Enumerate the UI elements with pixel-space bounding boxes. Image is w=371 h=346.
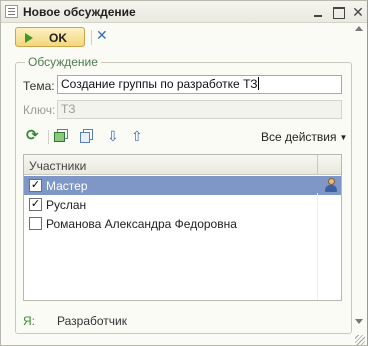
header-separator [317, 155, 318, 175]
cancel-icon[interactable]: ✕ [96, 27, 108, 44]
resize-grip-icon[interactable] [355, 335, 365, 345]
scroll-up-icon[interactable] [355, 26, 363, 31]
klyuch-input: ТЗ [57, 100, 342, 119]
all-actions-menu[interactable]: Все действия ▼ [261, 130, 347, 144]
participant-name: Мастер [46, 179, 88, 193]
participants-table: Участники ✓ Мастер ✓ Руслан Романова Але… [23, 154, 342, 301]
move-down-icon[interactable]: ⇩ [107, 128, 123, 144]
add-row-icon[interactable] [54, 128, 70, 144]
vertical-scrollbar[interactable] [352, 23, 367, 345]
group-legend: Обсуждение [25, 55, 101, 69]
table-row[interactable]: ✓ Мастер [24, 176, 341, 195]
scroll-down-icon[interactable] [355, 319, 363, 324]
klyuch-label: Ключ: [23, 103, 56, 117]
window-title: Новое обсуждение [23, 5, 136, 19]
discussion-window: Новое обсуждение ✕ OK ✕ Обсуждение Тема:… [0, 0, 368, 346]
toolbar-separator [91, 30, 92, 45]
copy-row-icon[interactable] [79, 128, 95, 144]
tema-input[interactable]: Создание группы по разработке ТЗ [57, 75, 342, 94]
minimize-icon[interactable] [311, 5, 325, 19]
toolbar: OK ✕ [1, 24, 367, 50]
tema-input-value: Создание группы по разработке ТЗ [61, 77, 258, 91]
me-label: Я: [23, 314, 35, 328]
text-caret [257, 77, 259, 90]
participant-checkbox[interactable] [29, 217, 42, 230]
participant-name: Руслан [46, 198, 87, 212]
move-up-icon[interactable]: ⇧ [131, 128, 147, 144]
participant-checkbox[interactable]: ✓ [29, 198, 42, 211]
column-divider [317, 193, 318, 300]
participant-name: Романова Александра Федоровна [46, 217, 237, 231]
user-icon [324, 178, 338, 193]
actions-separator [48, 130, 49, 144]
ok-button-label: OK [49, 31, 67, 45]
chevron-down-icon: ▼ [339, 133, 348, 142]
maximize-icon[interactable] [331, 5, 345, 19]
play-icon [25, 33, 33, 43]
refresh-icon[interactable]: ⟳ [26, 128, 42, 144]
table-row[interactable]: ✓ Руслан [24, 195, 341, 214]
title-bar: Новое обсуждение ✕ [1, 1, 367, 23]
me-value: Разработчик [57, 314, 127, 328]
participants-header: Участники [29, 159, 87, 173]
participant-checkbox[interactable]: ✓ [29, 179, 42, 192]
document-icon [5, 5, 18, 18]
close-icon[interactable]: ✕ [351, 5, 365, 19]
tema-label: Тема: [23, 79, 55, 93]
ok-button[interactable]: OK [15, 27, 85, 47]
table-header: Участники [24, 155, 341, 175]
table-row[interactable]: Романова Александра Федоровна [24, 214, 341, 233]
all-actions-label: Все действия [261, 130, 337, 144]
